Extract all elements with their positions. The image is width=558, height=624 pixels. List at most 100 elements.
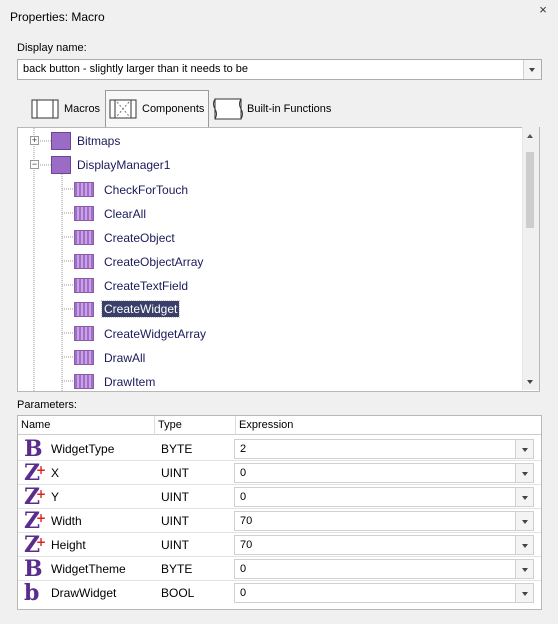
macro-method-icon <box>74 230 94 245</box>
expression-dropdown-button[interactable] <box>515 559 534 579</box>
scroll-down-icon[interactable] <box>526 379 534 387</box>
parameter-type: BYTE <box>161 442 193 456</box>
parameter-row: B WidgetType BYTE 2 <box>18 437 541 461</box>
expression-input[interactable]: 2 <box>234 439 517 459</box>
folder-icon <box>51 132 71 150</box>
tab-built-in-functions[interactable]: Built-in Functions <box>211 91 341 126</box>
tree-item-label: ClearAll <box>104 207 147 221</box>
parameter-row: Z + X UINT 0 <box>18 461 541 485</box>
byte-type-icon: B <box>24 556 43 582</box>
tree-item-label: CreateTextField <box>104 279 189 293</box>
parameter-name: WidgetTheme <box>51 562 126 576</box>
display-name-field[interactable]: back button - slightly larger than it ne… <box>17 59 542 80</box>
tab-macros[interactable]: Macros <box>29 91 104 126</box>
tree-item-createobject[interactable]: CreateObject <box>74 229 514 249</box>
tree-item-checkfortouch[interactable]: CheckForTouch <box>74 181 514 201</box>
expression-dropdown-button[interactable] <box>515 439 534 459</box>
tree-item-createobjectarray[interactable]: CreateObjectArray <box>74 253 514 273</box>
tree-item-label: CreateObjectArray <box>104 255 204 269</box>
parameter-type: UINT <box>161 514 189 528</box>
column-header-expression[interactable]: Expression <box>236 416 541 435</box>
uint-type-icon: Z + <box>24 532 47 558</box>
display-name-label: Display name: <box>17 42 87 54</box>
tree-item-drawall[interactable]: DrawAll <box>74 349 514 369</box>
display-name-value: back button - slightly larger than it ne… <box>23 63 249 75</box>
display-name-dropdown-button[interactable] <box>523 60 541 79</box>
component-tree[interactable]: + Bitmaps − DisplayManager1 CheckForTouc… <box>17 127 540 392</box>
expression-input[interactable]: 0 <box>234 487 517 507</box>
tree-item-label: CheckForTouch <box>104 183 189 197</box>
expression-dropdown-button[interactable] <box>515 463 534 483</box>
parameter-type: BYTE <box>161 562 193 576</box>
tree-item-label-selected: CreateWidget <box>100 300 181 318</box>
folder-icon <box>51 156 71 174</box>
uint-type-icon: Z + <box>24 508 47 534</box>
macros-icon <box>31 99 59 118</box>
parameter-name: X <box>51 466 60 480</box>
macro-method-icon <box>74 350 94 365</box>
expression-input[interactable]: 0 <box>234 463 517 483</box>
expression-dropdown-button[interactable] <box>515 487 534 507</box>
parameter-row: Z + Height UINT 70 <box>18 533 541 557</box>
tree-item-drawitem[interactable]: DrawItem <box>74 373 514 391</box>
tree-folder-bitmaps[interactable]: + Bitmaps <box>18 131 518 151</box>
tab-components-label: Components <box>142 102 205 115</box>
scrollbar-thumb[interactable] <box>526 152 534 228</box>
parameter-row: B WidgetTheme BYTE 0 <box>18 557 541 581</box>
tab-components[interactable]: Components <box>107 91 207 126</box>
tree-item-createwidgetarray[interactable]: CreateWidgetArray <box>74 325 514 345</box>
parameter-row: b DrawWidget BOOL 0 <box>18 581 541 605</box>
expression-dropdown-button[interactable] <box>515 535 534 555</box>
tree-item-createwidget[interactable]: CreateWidget <box>74 300 514 321</box>
tree-folder-label: Bitmaps <box>77 134 121 148</box>
parameter-name: DrawWidget <box>51 586 117 600</box>
macro-method-icon <box>74 374 94 389</box>
window-title: Properties: Macro <box>10 10 105 24</box>
tab-macros-label: Macros <box>64 102 101 115</box>
column-header-name[interactable]: Name <box>18 416 155 435</box>
macro-method-icon <box>74 206 94 221</box>
tree-item-createtextfield[interactable]: CreateTextField <box>74 277 514 297</box>
tree-folder-displaymanager1[interactable]: − DisplayManager1 <box>18 155 518 175</box>
close-button[interactable]: × <box>536 2 550 18</box>
column-header-type[interactable]: Type <box>155 416 236 435</box>
tab-built-in-functions-label: Built-in Functions <box>247 102 332 115</box>
collapse-icon[interactable]: − <box>30 160 39 169</box>
expression-dropdown-button[interactable] <box>515 583 534 603</box>
macro-method-icon <box>74 254 94 269</box>
parameters-grid: Name Type Expression B WidgetType BYTE 2… <box>17 415 542 610</box>
parameter-type: UINT <box>161 490 189 504</box>
components-icon <box>109 99 137 118</box>
chevron-down-icon <box>529 68 535 72</box>
builtin-functions-icon <box>213 98 243 119</box>
tree-item-label: DrawAll <box>104 351 146 365</box>
macro-method-icon <box>74 326 94 341</box>
parameter-name: Y <box>51 490 60 504</box>
parameter-name: Height <box>51 538 86 552</box>
macro-method-icon <box>74 278 94 293</box>
parameter-type: UINT <box>161 466 189 480</box>
expression-dropdown-button[interactable] <box>515 511 534 531</box>
expression-input[interactable]: 70 <box>234 535 517 555</box>
expand-icon[interactable]: + <box>30 136 39 145</box>
tree-item-label: DrawItem <box>104 375 156 389</box>
uint-type-icon: Z + <box>24 460 47 486</box>
parameter-type: BOOL <box>161 586 195 600</box>
parameter-name: Width <box>51 514 82 528</box>
parameter-row: Z + Y UINT 0 <box>18 485 541 509</box>
macro-method-icon <box>74 182 94 197</box>
scroll-up-icon[interactable] <box>526 133 534 141</box>
tree-item-clearall[interactable]: ClearAll <box>74 205 514 225</box>
expression-input[interactable]: 0 <box>234 583 517 603</box>
expression-input[interactable]: 70 <box>234 511 517 531</box>
tree-folder-label: DisplayManager1 <box>77 158 171 172</box>
tree-item-label: CreateWidgetArray <box>104 327 207 341</box>
macro-method-icon <box>74 302 94 317</box>
uint-type-icon: Z + <box>24 484 47 510</box>
parameters-label: Parameters: <box>17 399 77 411</box>
byte-type-icon: B <box>24 436 43 462</box>
tree-item-label: CreateObject <box>104 231 175 245</box>
parameter-row: Z + Width UINT 70 <box>18 509 541 533</box>
expression-input[interactable]: 0 <box>234 559 517 579</box>
parameter-name: WidgetType <box>51 442 115 456</box>
